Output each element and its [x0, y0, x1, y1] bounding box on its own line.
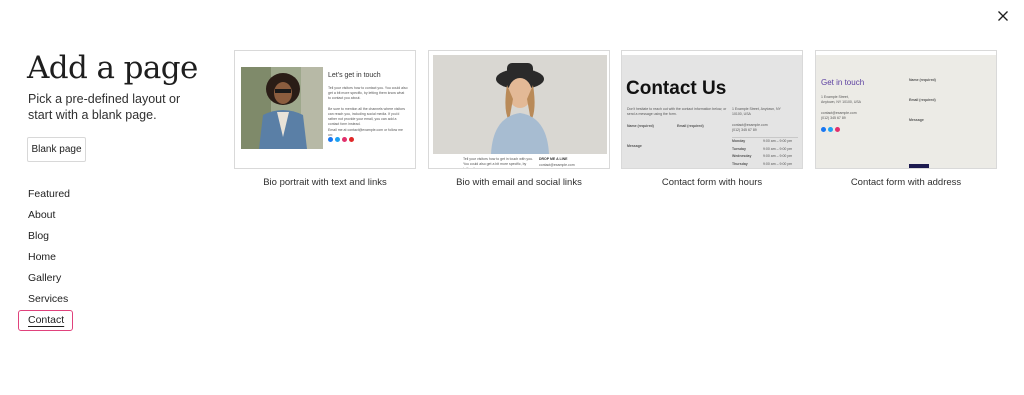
twitter-icon: [828, 127, 833, 132]
facebook-icon: [328, 137, 333, 142]
page-title: Add a page: [27, 50, 198, 86]
pattern-label: Contact form with address: [850, 177, 962, 188]
category-list: Featured About Blog Home Gallery Service…: [18, 184, 79, 331]
preview-text: Tell your visitors how to contact you. Y…: [328, 86, 408, 100]
instagram-icon: [342, 137, 347, 142]
facebook-icon: [821, 127, 826, 132]
blank-page-button[interactable]: Blank page: [27, 137, 86, 162]
instagram-icon: [835, 127, 840, 132]
preview-heading: DROP ME A LINE: [539, 157, 568, 161]
preview-heading: Get in touch: [821, 78, 865, 87]
pattern-card-form-hours[interactable]: Contact Us Don't hesitate to reach out w…: [621, 50, 803, 188]
category-contact[interactable]: Contact: [18, 310, 74, 331]
preview-label: Message: [909, 118, 924, 122]
portrait-image: [241, 67, 323, 149]
pattern-preview: Contact Us Don't hesitate to reach out w…: [621, 50, 803, 169]
pattern-preview: Get in touch 1 Example Street, Anytown, …: [815, 50, 997, 169]
preview-label: Message: [627, 144, 642, 148]
preview-label: Name (required): [909, 78, 936, 82]
twitter-icon: [335, 137, 340, 142]
category-gallery[interactable]: Gallery: [18, 268, 79, 289]
preview-text: (012) 345 67 89: [732, 128, 757, 132]
hours-day: Thursday: [732, 162, 748, 166]
preview-heading: Contact Us: [626, 78, 727, 99]
preview-label: Email (required): [677, 124, 704, 128]
preview-text: contact@example.com: [539, 163, 575, 167]
hours-day: Monday: [732, 139, 746, 143]
preview-text: Tell your visitors how to get in touch w…: [463, 157, 534, 169]
hours-time: 9:00 am – 9:00 pm: [763, 139, 793, 143]
preview-text: Email me at contact@example.com or follo…: [328, 128, 403, 137]
preview-text: Be sure to mention all the channels wher…: [328, 107, 406, 126]
hours-day: Wednesday: [732, 154, 752, 158]
hero-image: [433, 55, 607, 154]
preview-heading: Let's get in touch: [328, 72, 381, 79]
category-home[interactable]: Home: [18, 247, 79, 268]
close-icon: [998, 11, 1008, 21]
pattern-preview: Let's get in touch Tell your visitors ho…: [234, 50, 416, 169]
category-blog[interactable]: Blog: [18, 226, 79, 247]
preview-text: (012) 345 67 89: [821, 116, 846, 120]
submit-button-preview: [909, 164, 929, 168]
hours-time: 9:00 am – 9:00 pm: [763, 154, 793, 158]
hours-time: 9:00 am – 9:00 pm: [763, 147, 793, 151]
preview-text: 1 Example Street, Anytown, NY 10100, USA: [732, 107, 781, 116]
hours-day: Tuesday: [732, 147, 746, 151]
pattern-label: Bio portrait with text and links: [263, 177, 387, 188]
category-featured[interactable]: Featured: [18, 184, 79, 205]
hours-time: 9:00 am – 9:00 pm: [763, 162, 793, 166]
pattern-card-bio-email[interactable]: Tell your visitors how to get in touch w…: [428, 50, 610, 188]
preview-label: Name (required): [627, 124, 654, 128]
pattern-preview: Tell your visitors how to get in touch w…: [428, 50, 610, 169]
page-subtitle: Pick a pre-defined layout or start with …: [28, 92, 181, 122]
preview-text: Don't hesitate to reach out with the con…: [627, 107, 727, 116]
pattern-label: Contact form with hours: [661, 177, 763, 188]
category-services[interactable]: Services: [18, 289, 79, 310]
close-button[interactable]: [994, 7, 1012, 25]
pattern-card-bio-portrait[interactable]: Let's get in touch Tell your visitors ho…: [234, 50, 416, 188]
pattern-card-form-address[interactable]: Get in touch 1 Example Street, Anytown, …: [815, 50, 997, 188]
preview-label: Email (required): [909, 98, 936, 102]
youtube-icon: [349, 137, 354, 142]
category-about[interactable]: About: [18, 205, 79, 226]
pattern-label: Bio with email and social links: [456, 177, 582, 188]
preview-text: Anytown, NY 10100, USA: [821, 100, 862, 104]
